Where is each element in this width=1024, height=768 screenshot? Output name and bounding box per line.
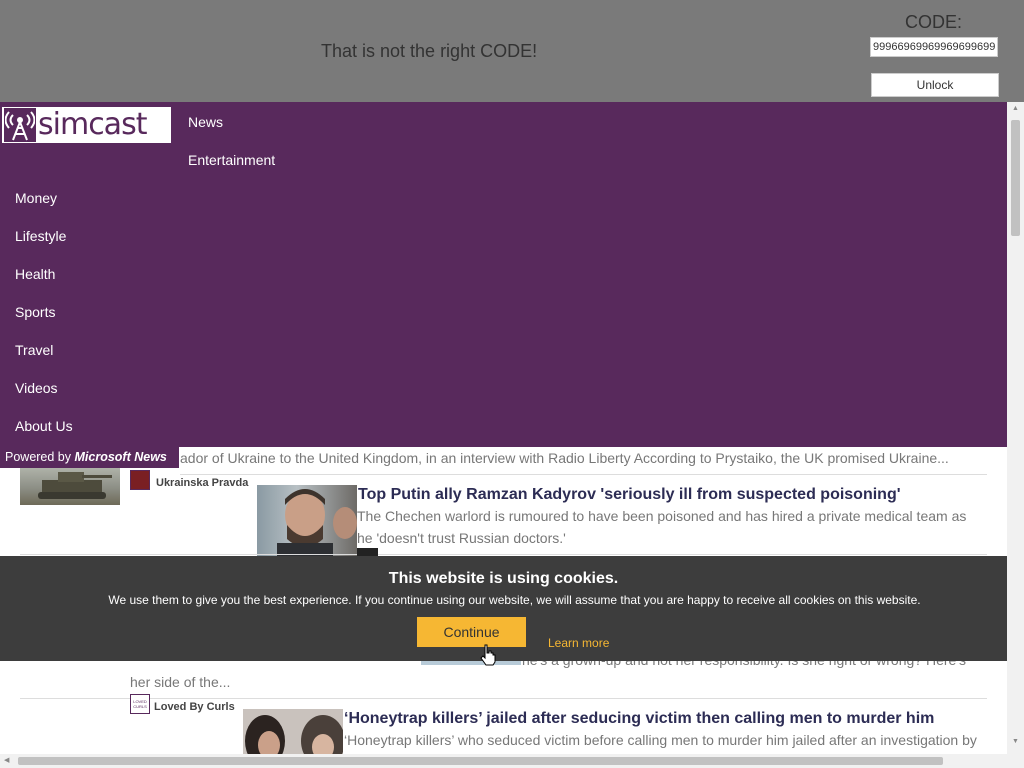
horizontal-scroll-thumb[interactable] <box>18 757 943 765</box>
vertical-scroll-thumb[interactable] <box>1011 120 1020 236</box>
simcast-logo[interactable]: simcast <box>1 106 172 144</box>
logo-text: simcast <box>38 107 147 142</box>
code-error-message: That is not the right CODE! <box>321 41 538 61</box>
nav-item-videos[interactable]: Videos <box>15 380 58 396</box>
portrait-image-icon <box>277 489 357 556</box>
article-snippet: ‘Honeytrap killers’ who seduced victim b… <box>344 732 977 748</box>
nav-item-money[interactable]: Money <box>15 190 57 206</box>
powered-prefix: Powered by <box>5 450 72 464</box>
article-snippet: The Chechen warlord is rumoured to have … <box>357 508 967 524</box>
source-logo-icon: LOVED CURLS <box>130 694 150 714</box>
source-badge-text: LOVED CURLS <box>133 699 147 709</box>
code-input[interactable] <box>870 37 998 57</box>
article-thumbnail-tank[interactable] <box>20 462 120 505</box>
horizontal-scrollbar[interactable]: ◀ <box>0 754 1024 768</box>
main-nav: simcast News Entertainment Money Lifesty… <box>0 102 1007 447</box>
learn-more-link[interactable]: Learn more <box>548 636 609 650</box>
nav-item-entertainment[interactable]: Entertainment <box>188 152 275 168</box>
nav-item-about-us[interactable]: About Us <box>15 418 73 434</box>
code-label: CODE: <box>905 12 963 32</box>
article-divider <box>20 554 987 555</box>
code-bar: That is not the right CODE! CODE: Unlock <box>0 0 1024 102</box>
nav-item-health[interactable]: Health <box>15 266 55 282</box>
article-thumbnail[interactable] <box>243 709 343 754</box>
broadcast-tower-icon <box>4 108 36 142</box>
tank-image-icon <box>38 472 112 499</box>
article-divider <box>180 474 987 475</box>
cookie-banner: This website is using cookies. We use th… <box>0 556 1007 661</box>
scroll-down-arrow-icon[interactable]: ▼ <box>1012 738 1019 745</box>
powered-brand: Microsoft News <box>74 450 167 464</box>
powered-by-label[interactable]: Powered by Microsoft News <box>0 447 179 468</box>
people-image-icon <box>245 715 343 754</box>
article-title[interactable]: Top Putin ally Ramzan Kadyrov 'seriously… <box>358 486 901 504</box>
article-thumbnail-kadyrov[interactable] <box>257 485 357 556</box>
nav-item-travel[interactable]: Travel <box>15 342 53 358</box>
article-divider <box>20 698 987 699</box>
nav-item-lifestyle[interactable]: Lifestyle <box>15 228 66 244</box>
article-title[interactable]: ‘Honeytrap killers’ jailed after seducin… <box>344 710 934 728</box>
nav-item-sports[interactable]: Sports <box>15 304 55 320</box>
article-source: Ukrainska Pravda <box>156 477 249 489</box>
scroll-left-arrow-icon[interactable]: ◀ <box>4 756 9 764</box>
cookie-text: We use them to give you the best experie… <box>108 593 921 607</box>
source-logo-icon <box>130 470 150 490</box>
scroll-up-arrow-icon[interactable]: ▲ <box>1012 105 1019 112</box>
article-snippet: he 'doesn't trust Russian doctors.' <box>357 530 566 546</box>
nav-item-news[interactable]: News <box>188 114 223 130</box>
hand-cursor-icon <box>480 644 496 666</box>
article-snippet[interactable]: ador of Ukraine to the United Kingdom, i… <box>180 447 960 469</box>
article-source: Loved By Curls <box>154 701 235 713</box>
vertical-scrollbar[interactable]: ▲ ▼ <box>1007 102 1024 754</box>
continue-button[interactable]: Continue <box>417 617 526 647</box>
unlock-button[interactable]: Unlock <box>871 73 999 97</box>
cookie-title: This website is using cookies. <box>388 570 619 587</box>
article-snippet: her side of the... <box>130 674 231 690</box>
